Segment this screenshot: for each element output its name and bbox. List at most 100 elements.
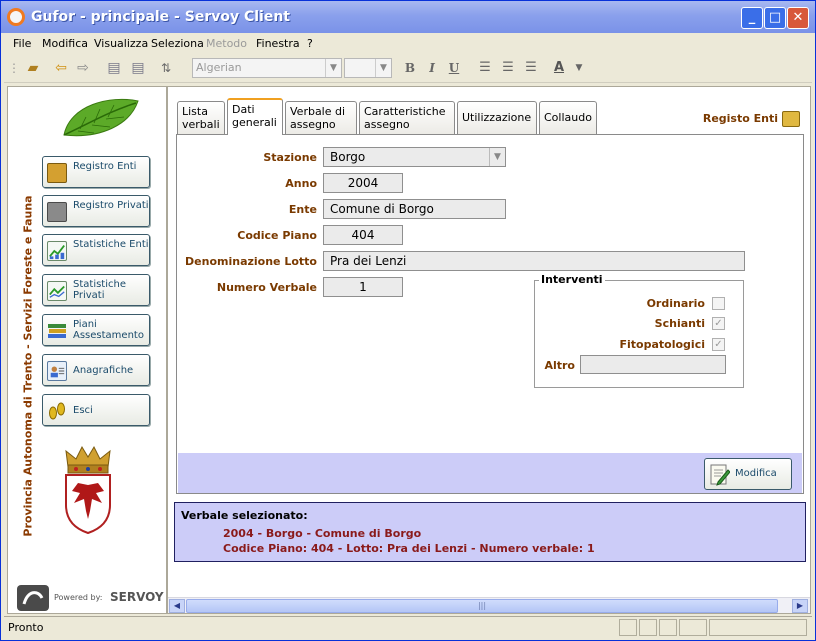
chevron-down-icon: ▼ [325, 59, 341, 77]
font-family-combo[interactable]: Algerian ▼ [192, 58, 342, 78]
numero-verbale-field[interactable]: 1 [323, 277, 403, 297]
status-text: Pronto [8, 621, 44, 634]
scrollbar-thumb[interactable]: ||| [186, 599, 778, 613]
chevron-down-icon[interactable]: ▼ [572, 58, 586, 78]
modifica-button[interactable]: Modifica [704, 458, 792, 490]
forward-arrow-icon[interactable]: ⇨ [74, 58, 92, 78]
font-color-button[interactable]: A [550, 58, 568, 78]
registro-enti-button[interactable]: Registro Enti [42, 156, 150, 188]
modifica-label: Modifica [735, 468, 777, 479]
tab-collaudo[interactable]: Collaudo [539, 101, 597, 134]
id-card-icon [47, 361, 67, 381]
anno-label: Anno [285, 177, 317, 190]
menu-file[interactable]: File [13, 37, 31, 50]
horizontal-scrollbar[interactable]: ◀ ||| ▶ [168, 597, 810, 613]
sort-icon[interactable]: ⇅ [156, 58, 176, 78]
dati-generali-panel: Stazione Borgo ▼ Anno 2004 Ente Comune d… [176, 134, 804, 494]
selected-verbale-line2: Codice Piano: 404 - Lotto: Pra dei Lenzi… [223, 542, 595, 555]
coat-of-arms-icon [65, 445, 111, 535]
powered-by-servoy: Powered by: SERVOY [16, 584, 164, 612]
bold-button[interactable]: B [402, 58, 418, 78]
books-icon [48, 324, 66, 338]
tab-verbale-di-assegno[interactable]: Verbale di assegno [285, 101, 357, 134]
tab-lista-verbali[interactable]: Lista verbali [177, 101, 225, 134]
chart-icon [47, 241, 67, 261]
close-button[interactable]: ✕ [787, 7, 809, 29]
chevron-down-icon: ▼ [375, 59, 391, 77]
toolbar: ⋮ ▰ ⇦ ⇨ ▤ ▤ ⇅ Algerian ▼ ▼ B I U ☰ ☰ ☰ A… [4, 53, 812, 83]
italic-button[interactable]: I [424, 58, 440, 78]
status-cell [639, 619, 657, 636]
schianti-checkbox[interactable]: ✓ [712, 317, 725, 330]
codice-piano-field[interactable]: 404 [323, 225, 403, 245]
anagrafiche-label: Anagrafiche [73, 365, 134, 376]
esci-button[interactable]: Esci [42, 394, 150, 426]
ordinario-checkbox[interactable] [712, 297, 725, 310]
font-size-combo[interactable]: ▼ [344, 58, 392, 78]
maximize-button[interactable]: □ [764, 7, 786, 29]
footprints-icon [49, 402, 65, 420]
ente-field[interactable]: Comune di Borgo [323, 199, 506, 219]
ente-label: Ente [288, 203, 317, 216]
tab-utilizzazione[interactable]: Utilizzazione [457, 101, 537, 134]
main-content: Lista verbali Dati generali Verbale di a… [167, 86, 811, 614]
selected-verbale-box: Verbale selezionato: 2004 - Borgo - Comu… [174, 502, 806, 562]
tab-caratteristiche-assegno[interactable]: Caratteristiche assegno [359, 101, 455, 134]
stazione-select[interactable]: Borgo ▼ [323, 147, 506, 167]
anno-field[interactable]: 2004 [323, 173, 403, 193]
menu-help[interactable]: ? [307, 37, 313, 50]
status-bar: Pronto [4, 616, 812, 638]
interventi-legend: Interventi [539, 273, 605, 286]
back-arrow-icon[interactable]: ⇦ [52, 58, 70, 78]
edit-document-icon [710, 464, 730, 486]
statistiche-privati-button[interactable]: Statistiche Privati [42, 274, 150, 306]
window-title: Gufor - principale - Servoy Client [31, 9, 290, 25]
book-icon [47, 163, 67, 183]
menu-finestra[interactable]: Finestra [256, 37, 300, 50]
scroll-left-icon[interactable]: ◀ [169, 599, 185, 613]
chevron-down-icon: ▼ [489, 148, 505, 166]
codice-piano-label: Codice Piano [237, 229, 317, 242]
minimize-button[interactable]: _ [741, 7, 763, 29]
align-center-icon[interactable]: ☰ [499, 58, 517, 78]
app-window: Gufor - principale - Servoy Client _ □ ✕… [0, 0, 816, 641]
chart-icon [47, 281, 67, 301]
title-bar[interactable]: Gufor - principale - Servoy Client _ □ ✕ [1, 1, 815, 33]
menu-metodo: Metodo [206, 37, 248, 50]
altro-field[interactable] [580, 355, 726, 374]
leaf-logo-icon [63, 98, 139, 137]
align-right-icon[interactable]: ☰ [522, 58, 540, 78]
piani-assestamento-button[interactable]: Piani Assestamento [42, 314, 150, 346]
menu-modifica[interactable]: Modifica [42, 37, 88, 50]
scroll-right-icon[interactable]: ▶ [792, 599, 808, 613]
selected-verbale-heading: Verbale selezionato: [181, 509, 308, 522]
delete-record-icon[interactable]: ▤ [128, 58, 148, 78]
status-cell [679, 619, 707, 636]
status-cell [659, 619, 677, 636]
menu-seleziona[interactable]: Seleziona [151, 37, 204, 50]
servoy-brand: SERVOY [110, 590, 164, 604]
anagrafiche-button[interactable]: Anagrafiche [42, 354, 150, 386]
fitopatologici-checkbox[interactable]: ✓ [712, 338, 725, 351]
registro-privati-label: Registro Privati [73, 200, 149, 211]
denominazione-lotto-label: Denominazione Lotto [185, 255, 317, 268]
tab-dati-generali[interactable]: Dati generali [227, 98, 283, 135]
toolbar-grip: ⋮ [8, 61, 20, 75]
menu-visualizza[interactable]: Visualizza [94, 37, 148, 50]
schianti-label: Schianti [654, 317, 705, 330]
open-folder-icon[interactable]: ▰ [22, 58, 44, 78]
denominazione-lotto-field[interactable]: Pra dei Lenzi [323, 251, 745, 271]
statistiche-privati-label: Statistiche Privati [73, 279, 126, 301]
new-record-icon[interactable]: ▤ [104, 58, 124, 78]
status-cell [619, 619, 637, 636]
book-icon [782, 111, 800, 127]
registro-enti-link[interactable]: Registo Enti [703, 111, 800, 127]
organization-vertical-label: Provincia Autonoma di Trento - Servizi F… [21, 195, 35, 537]
stazione-value: Borgo [330, 150, 366, 164]
numero-verbale-label: Numero Verbale [216, 281, 317, 294]
status-cell [709, 619, 807, 636]
align-left-icon[interactable]: ☰ [476, 58, 494, 78]
statistiche-enti-button[interactable]: Statistiche Enti [42, 234, 150, 266]
registro-privati-button[interactable]: Registro Privati [42, 195, 150, 227]
underline-button[interactable]: U [446, 58, 462, 78]
